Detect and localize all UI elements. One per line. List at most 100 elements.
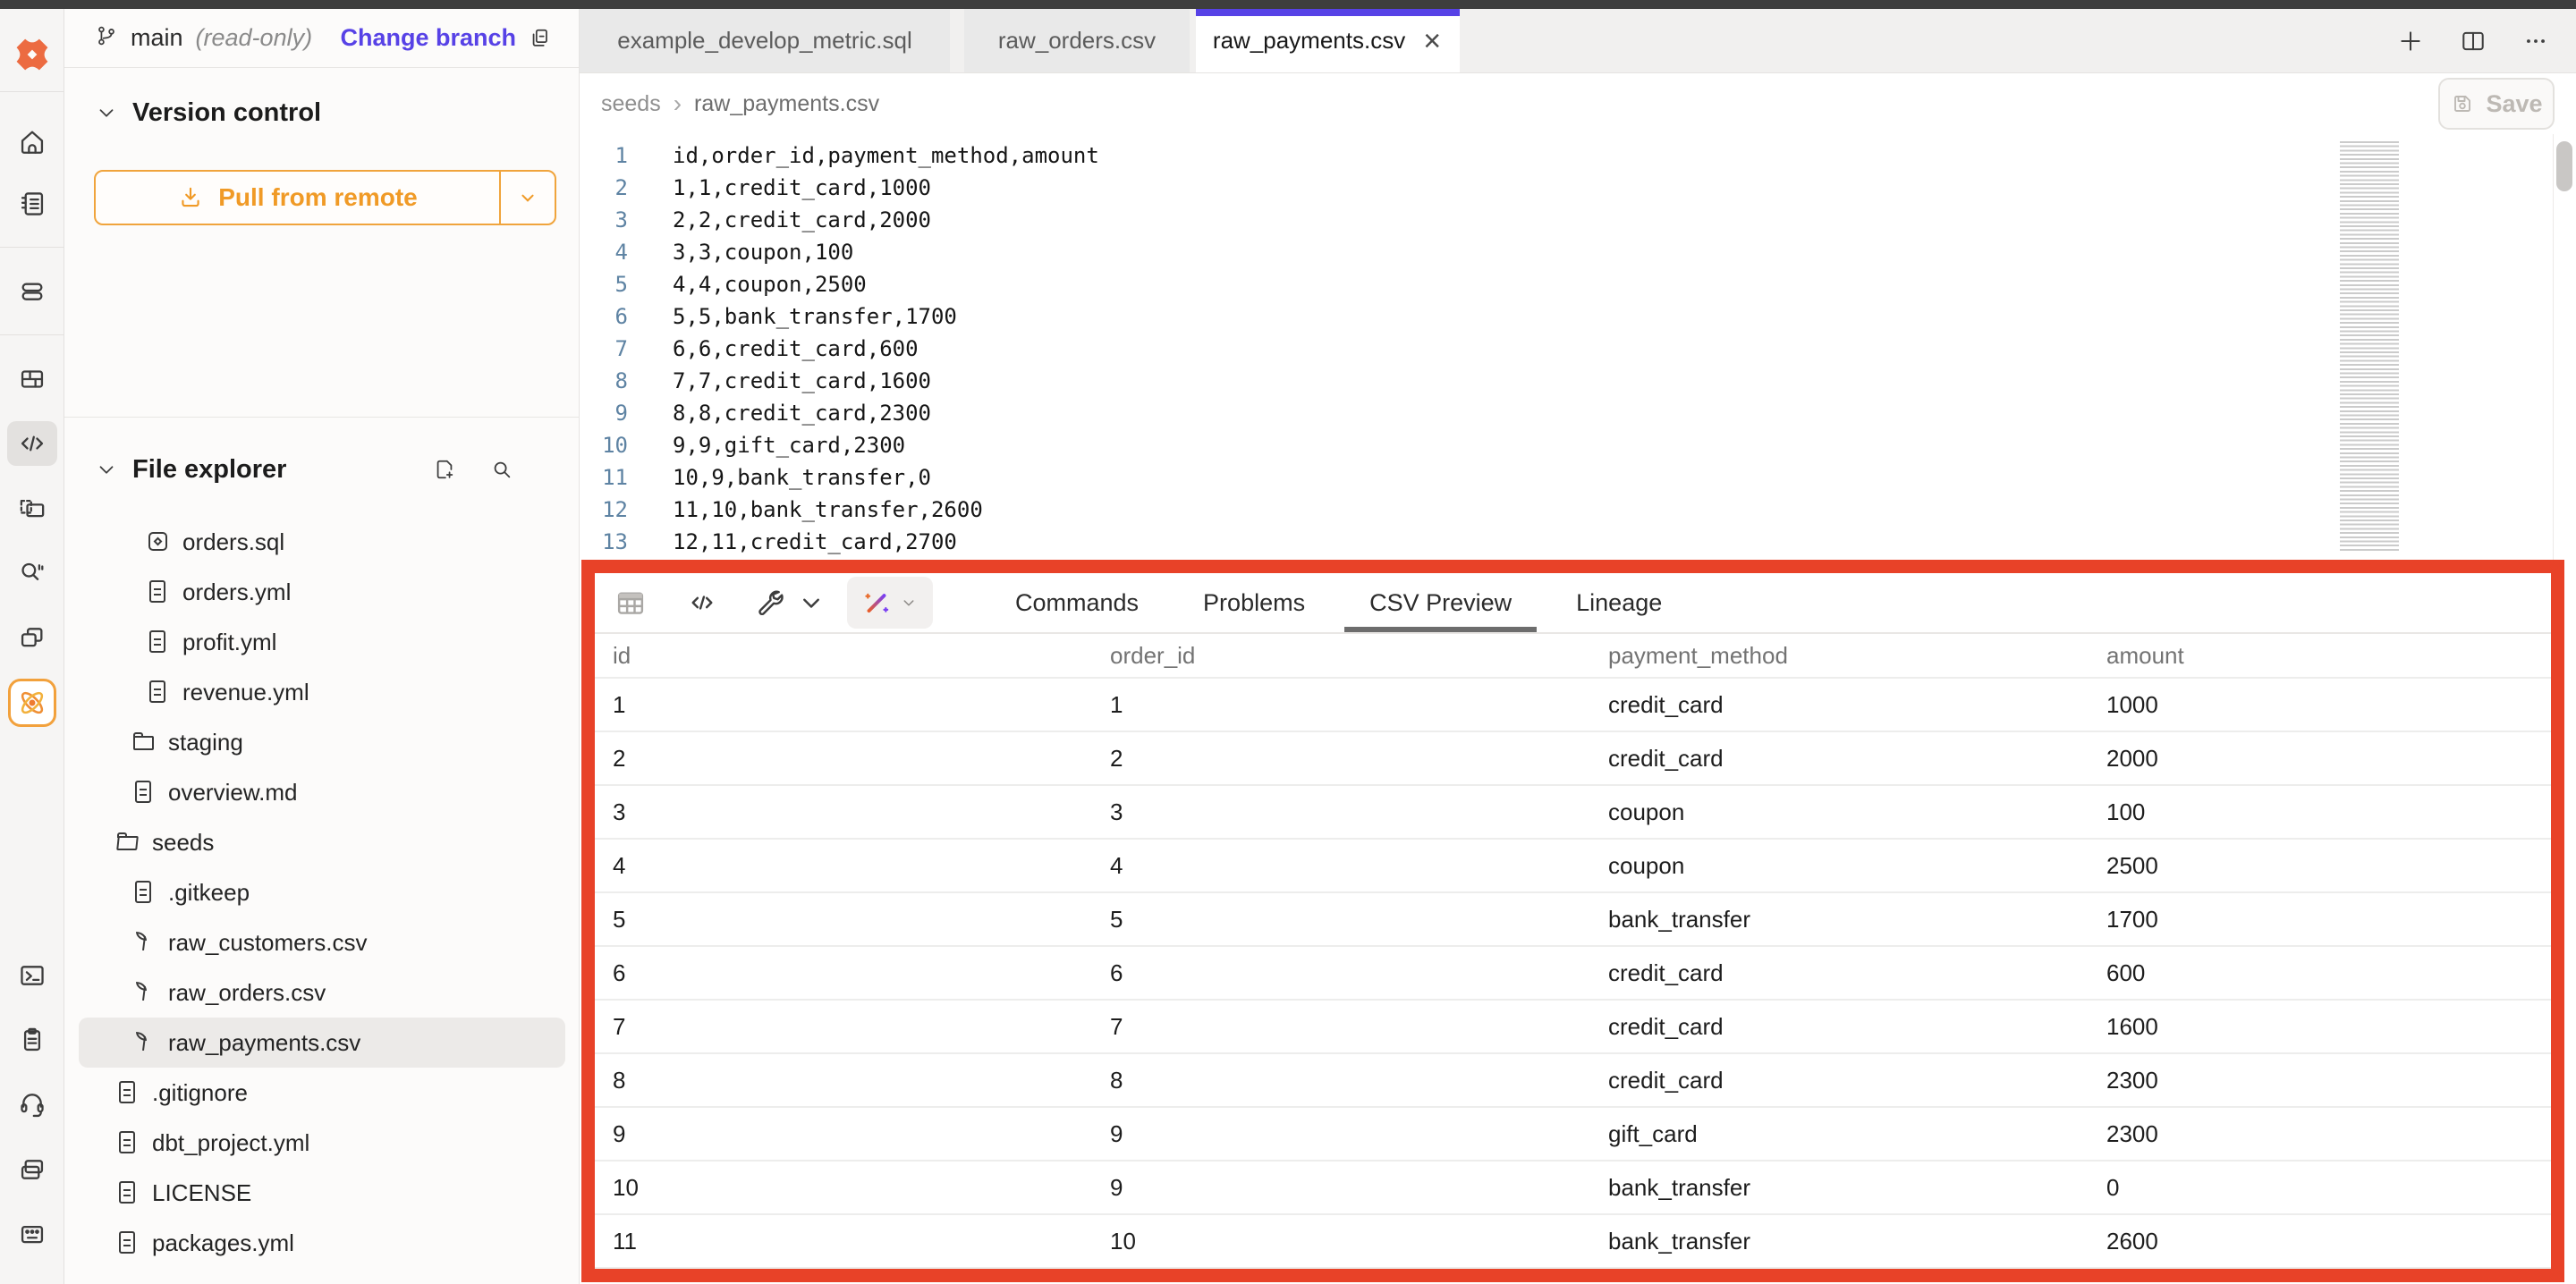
- code-line[interactable]: 2 1,1,credit_card,1000: [580, 172, 2340, 204]
- close-icon[interactable]: ×: [1421, 26, 1443, 56]
- save-button[interactable]: Save: [2438, 78, 2555, 130]
- scrollbar-thumb[interactable]: [2556, 141, 2572, 191]
- split-editor-icon[interactable]: [2460, 28, 2487, 55]
- editor-minimap[interactable]: [2340, 141, 2399, 551]
- file-tree-item[interactable]: seeds: [79, 817, 565, 867]
- terminal-icon[interactable]: [7, 953, 57, 998]
- dashboard-icon[interactable]: [7, 357, 57, 401]
- file-tree-item[interactable]: revenue.yml: [79, 667, 565, 717]
- new-file-icon[interactable]: [433, 458, 456, 481]
- file-explorer-header[interactable]: File explorer: [64, 452, 580, 487]
- file-tree-item[interactable]: staging: [79, 717, 565, 767]
- home-icon[interactable]: [7, 119, 57, 164]
- rail-divider: [0, 247, 64, 248]
- code-line[interactable]: 11 10,9,bank_transfer,0: [580, 461, 2340, 494]
- file-tree-item[interactable]: LICENSE: [79, 1168, 565, 1218]
- canvas-icon[interactable]: [7, 486, 57, 530]
- panel-tabs: Commands Problems CSV Preview Lineage: [983, 573, 1694, 632]
- code-line[interactable]: 12 11,10,bank_transfer,2600: [580, 494, 2340, 526]
- pull-from-remote-button[interactable]: Pull from remote: [96, 172, 499, 224]
- branch-name: main: [131, 24, 183, 52]
- code-lines[interactable]: 1 id,order_id,payment_method,amount 2 1,…: [580, 139, 2340, 558]
- develop-code-icon[interactable]: [7, 421, 57, 466]
- cell-amount: 600: [2094, 959, 2551, 987]
- file-tree-item[interactable]: .gitkeep: [79, 867, 565, 917]
- cell-amount: 2000: [2094, 745, 2551, 773]
- keypad-icon[interactable]: [7, 1212, 57, 1256]
- file-name: raw_customers.csv: [168, 929, 368, 957]
- cards-icon[interactable]: [7, 1147, 57, 1192]
- stack-icon[interactable]: [7, 268, 57, 313]
- file-tree-item[interactable]: raw_customers.csv: [79, 917, 565, 967]
- file-tree-item[interactable]: overview.md: [79, 767, 565, 817]
- tab-commands[interactable]: Commands: [983, 573, 1171, 632]
- line-number: 3: [580, 204, 648, 236]
- file-tree-item[interactable]: orders.yml: [79, 567, 565, 617]
- cell-order-id: 2: [1097, 745, 1596, 773]
- table-row: 5 5 bank_transfer 1700: [595, 891, 2551, 945]
- code-line[interactable]: 7 6,6,credit_card,600: [580, 333, 2340, 365]
- cell-payment-method: coupon: [1596, 852, 2094, 880]
- column-header: payment_method: [1596, 642, 2094, 670]
- table-view-icon[interactable]: [614, 587, 647, 619]
- file-tree-item[interactable]: raw_orders.csv: [79, 967, 565, 1018]
- code-line[interactable]: 5 4,4,coupon,2500: [580, 268, 2340, 300]
- code-line[interactable]: 6 5,5,bank_transfer,1700: [580, 300, 2340, 333]
- line-text: 8,8,credit_card,2300: [648, 397, 931, 429]
- code-line[interactable]: 1 id,order_id,payment_method,amount: [580, 139, 2340, 172]
- support-headset-icon[interactable]: [7, 1081, 57, 1126]
- file-type-icon: [114, 1178, 141, 1208]
- column-header: order_id: [1097, 642, 1596, 670]
- code-line[interactable]: 13 12,11,credit_card,2700: [580, 526, 2340, 558]
- search-icon[interactable]: [490, 458, 513, 481]
- notebook-icon[interactable]: [7, 182, 57, 226]
- magic-wand-ai-button[interactable]: [847, 577, 933, 629]
- tab-raw-payments-active[interactable]: raw_payments.csv ×: [1196, 9, 1460, 72]
- sidebar: main (read-only) Change branch Version c…: [64, 9, 580, 1284]
- file-name: raw_orders.csv: [168, 979, 326, 1007]
- explore-search-icon[interactable]: [7, 549, 57, 594]
- tab-lineage[interactable]: Lineage: [1544, 573, 1694, 632]
- code-line[interactable]: 9 8,8,credit_card,2300: [580, 397, 2340, 429]
- more-options-icon[interactable]: [2522, 28, 2549, 55]
- code-line[interactable]: 4 3,3,coupon,100: [580, 236, 2340, 268]
- code-editor[interactable]: 1 id,order_id,payment_method,amount 2 1,…: [580, 134, 2576, 560]
- file-tree-item[interactable]: dbt_project.yml: [79, 1118, 565, 1168]
- tab-example-develop-metric[interactable]: example_develop_metric.sql: [580, 9, 950, 72]
- pull-options-dropdown[interactable]: [501, 172, 555, 224]
- file-name: LICENSE: [152, 1179, 251, 1207]
- file-tree-item[interactable]: raw_payments.csv: [79, 1018, 565, 1068]
- cell-id: 4: [600, 852, 1097, 880]
- code-view-icon[interactable]: [686, 587, 718, 619]
- table-row: 11 10 bank_transfer 2600: [595, 1213, 2551, 1267]
- cell-order-id: 10: [1097, 1228, 1596, 1255]
- tab-raw-orders[interactable]: raw_orders.csv: [964, 9, 1190, 72]
- magic-wand-icon: [861, 587, 892, 618]
- table-row: 8 8 credit_card 2300: [595, 1052, 2551, 1106]
- file-tree-item[interactable]: .gitignore: [79, 1068, 565, 1118]
- copy-icon[interactable]: [529, 27, 552, 50]
- code-line[interactable]: 3 2,2,credit_card,2000: [580, 204, 2340, 236]
- code-line[interactable]: 8 7,7,credit_card,1600: [580, 365, 2340, 397]
- clipboard-icon[interactable]: [7, 1018, 57, 1062]
- cell-amount: 1000: [2094, 691, 2551, 719]
- new-tab-plus-icon[interactable]: [2397, 28, 2424, 55]
- build-wrench-icon[interactable]: [754, 587, 827, 619]
- tab-problems[interactable]: Problems: [1171, 573, 1337, 632]
- version-control-header[interactable]: Version control: [64, 95, 579, 131]
- tab-csv-preview[interactable]: CSV Preview: [1337, 573, 1544, 632]
- file-tree-item[interactable]: packages.yml: [79, 1218, 565, 1268]
- code-line[interactable]: 10 9,9,gift_card,2300: [580, 429, 2340, 461]
- table-row: 9 9 gift_card 2300: [595, 1106, 2551, 1160]
- cell-amount: 2300: [2094, 1120, 2551, 1148]
- cell-payment-method: bank_transfer: [1596, 906, 2094, 933]
- dbt-copilot-atom-icon[interactable]: [8, 679, 56, 727]
- windows-icon[interactable]: [7, 615, 57, 660]
- dbt-logo-icon: [12, 34, 53, 75]
- cell-order-id: 9: [1097, 1174, 1596, 1202]
- file-tree-item[interactable]: profit.yml: [79, 617, 565, 667]
- file-type-icon: [131, 1027, 157, 1058]
- file-tree-item[interactable]: orders.sql: [79, 517, 565, 567]
- line-number: 7: [580, 333, 648, 365]
- change-branch-link[interactable]: Change branch: [340, 24, 516, 52]
